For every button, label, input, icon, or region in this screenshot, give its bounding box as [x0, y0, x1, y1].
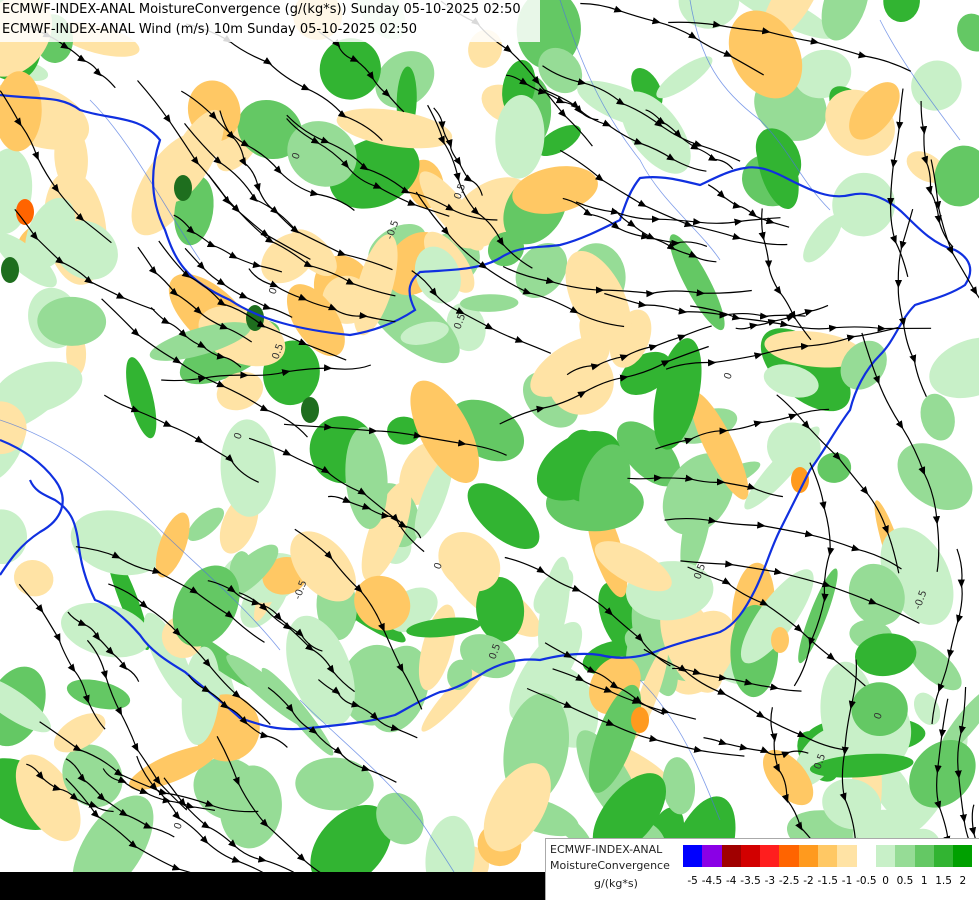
legend-swatch [798, 845, 819, 867]
legend-tick-label: -4.5 [701, 875, 723, 887]
legend-model-name: ECMWF-INDEX-ANAL [550, 843, 663, 856]
legend-tick-label: -3 [764, 875, 776, 887]
legend-swatch [933, 845, 954, 867]
map-title-moisture: ECMWF-INDEX-ANAL MoistureConvergence (g/… [2, 2, 521, 17]
legend-tick-label: -5 [687, 875, 698, 887]
legend-swatch [895, 845, 915, 867]
legend-swatch [856, 845, 876, 867]
legend-tick-label: 2 [959, 875, 967, 887]
color-legend: ECMWF-INDEX-ANAL MoistureConvergence g/(… [545, 838, 979, 900]
convergence-core [771, 627, 789, 653]
convergence-core [174, 175, 192, 201]
legend-swatch [818, 845, 838, 867]
moisture-convergence-map[interactable]: 00.5-0.500.500.50-0.50.500.5-0.500.50 [0, 0, 979, 900]
legend-tick-label: -4 [726, 875, 737, 887]
legend-swatch [740, 845, 761, 867]
legend-swatch [721, 845, 741, 867]
legend-tick-label: -0.5 [856, 875, 877, 887]
convergence-core [246, 305, 264, 331]
legend-swatch [779, 845, 799, 867]
legend-color-scale [683, 845, 973, 867]
legend-swatch [683, 845, 703, 867]
convergence-core [16, 199, 34, 225]
legend-tick-label: 1.5 [935, 875, 952, 887]
legend-swatch [760, 845, 780, 867]
legend-tick-label: -1.5 [817, 875, 839, 887]
convergence-core [631, 707, 649, 733]
convergence-core [301, 397, 319, 423]
legend-swatch [837, 845, 857, 867]
legend-tick-label: -2.5 [778, 875, 800, 887]
legend-swatch [914, 845, 934, 867]
map-footer-bar [0, 872, 545, 900]
legend-swatch [875, 845, 896, 867]
convergence-core [1, 257, 19, 283]
legend-tick-label: -1 [841, 875, 853, 887]
legend-variable-name: MoistureConvergence [550, 859, 670, 872]
legend-tick-label: 0 [882, 875, 889, 887]
legend-tick-label: 1 [920, 875, 928, 887]
legend-tick-label: 0.5 [896, 875, 914, 887]
legend-swatch [702, 845, 722, 867]
legend-tick-label: -2 [803, 875, 814, 887]
legend-swatch [953, 845, 973, 867]
legend-tick-labels: -5 -4.5 -4 -3.5 -3 -2.5 -2 -1.5 -1 -0.5 0 0.5 1 1.5 2 [683, 875, 973, 889]
weather-map-view: 0 0.5 -0.5 0 0.5 0 0.5 0 -0.5 0.5 0 0.5 -0.5 0 0.5 0 EC… [0, 0, 979, 900]
map-title-wind: ECMWF-INDEX-ANAL Wind (m/s) 10m Sunday 0… [2, 22, 418, 37]
legend-unit: g/(kg*s) [594, 877, 638, 890]
legend-tick-label: -3.5 [740, 875, 761, 887]
